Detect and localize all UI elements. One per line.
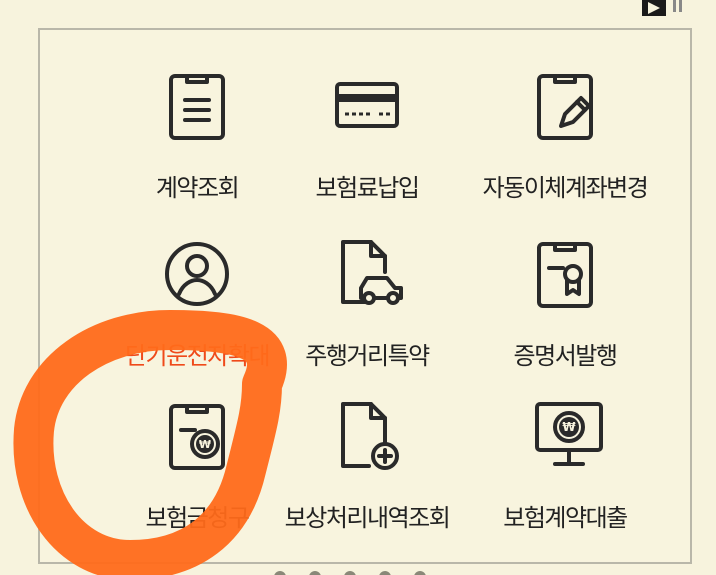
menu-item-label: 주행거리특약 xyxy=(305,342,430,370)
svg-text:₩: ₩ xyxy=(199,438,211,451)
menu-item-claim-history[interactable]: 보상처리내역조회 xyxy=(262,400,472,550)
menu-item-policy-loan[interactable]: ₩ 보험계약대출 xyxy=(460,400,670,550)
edit-document-icon xyxy=(537,74,593,140)
menu-item-auto-transfer-change[interactable]: 자동이체계좌변경 xyxy=(460,70,670,220)
quick-menu-panel: 계약조회 보험료납입 자동이체계좌변경 단기운전자확대 주행거리특약 증명서발행… xyxy=(38,28,692,564)
document-list-icon xyxy=(169,74,225,140)
svg-text:₩: ₩ xyxy=(562,420,576,434)
credit-card-icon xyxy=(335,82,399,128)
car-document-icon xyxy=(341,240,403,305)
menu-item-certificate-issuance[interactable]: 증명서발행 xyxy=(460,238,670,388)
menu-item-label: 증명서발행 xyxy=(513,342,618,370)
won-monitor-icon: ₩ xyxy=(535,402,603,466)
pause-icon[interactable] xyxy=(673,0,682,12)
media-control[interactable] xyxy=(642,0,702,22)
won-document-icon: ₩ xyxy=(169,404,225,470)
menu-item-label: 보험료납입 xyxy=(315,174,420,202)
menu-item-label: 자동이체계좌변경 xyxy=(482,174,649,202)
menu-item-label: 보상처리내역조회 xyxy=(284,504,451,532)
menu-item-mileage-rider[interactable]: 주행거리특약 xyxy=(262,238,472,388)
user-circle-icon xyxy=(165,242,229,306)
certificate-icon xyxy=(537,242,593,308)
add-document-icon xyxy=(341,402,399,470)
play-icon[interactable] xyxy=(642,0,666,16)
page-indicator[interactable] xyxy=(260,567,460,575)
menu-item-premium-payment[interactable]: 보험료납입 xyxy=(262,70,472,220)
menu-item-label: 보험계약대출 xyxy=(503,504,628,532)
